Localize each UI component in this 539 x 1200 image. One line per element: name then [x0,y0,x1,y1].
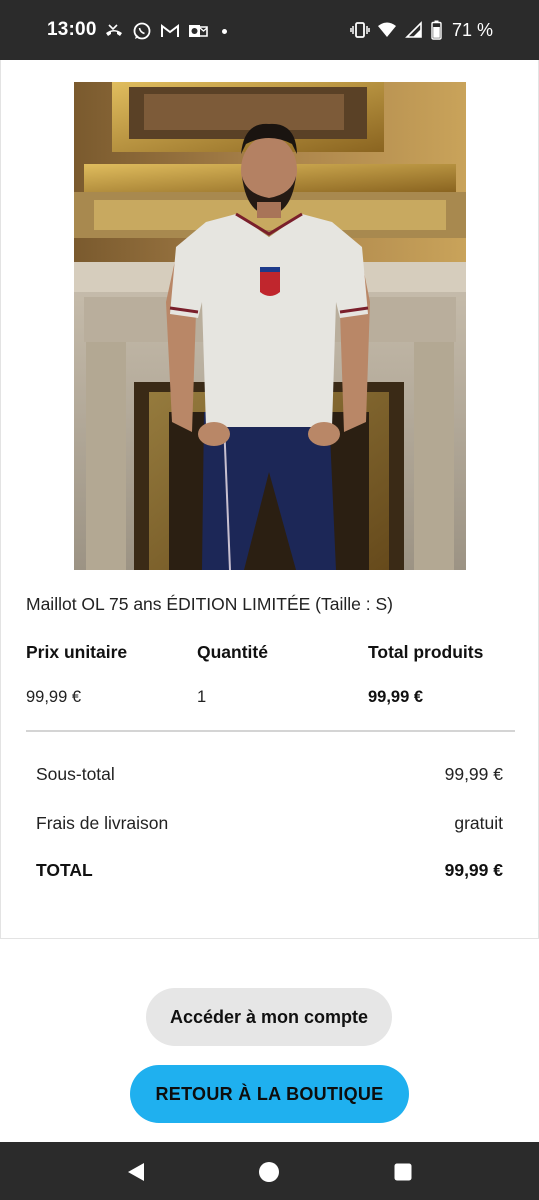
shipping-label: Frais de livraison [36,813,169,833]
cell-total-products: 99,99 € [368,688,424,706]
order-summary-card: Maillot OL 75 ans ÉDITION LIMITÉE (Taill… [0,60,539,939]
system-icons: 71 % [350,19,493,41]
battery-level: 71 % [451,19,493,40]
home-icon[interactable] [256,1159,282,1185]
status-time: 13:00 [47,19,97,40]
cell-unit-price: 99,99 € [26,688,82,706]
product-name: Maillot OL 75 ans ÉDITION LIMITÉE (Taill… [26,594,393,614]
recents-icon[interactable] [390,1159,416,1185]
outlook-icon [188,21,208,41]
missed-call-icon [104,21,124,41]
column-header-unit-price: Prix unitaire [26,642,128,662]
vibrate-icon [350,20,370,40]
gmail-icon [160,21,180,41]
signal-icon [404,20,424,40]
column-header-total-products: Total produits [368,642,484,662]
battery-icon [431,20,443,40]
subtotal-label: Sous-total [36,764,115,784]
notification-icons [104,20,227,42]
product-photo-jersey [74,82,466,570]
total-label: TOTAL [36,860,93,880]
back-icon[interactable] [123,1159,149,1185]
status-bar: 13:00 71 % [0,0,539,60]
column-header-quantity: Quantité [197,642,268,662]
whatsapp-icon [132,21,152,41]
subtotal-value: 99,99 € [444,764,503,784]
cell-quantity: 1 [197,688,207,706]
account-button[interactable]: Accéder à mon compte [146,988,392,1046]
wifi-icon [377,20,397,40]
shipping-value: gratuit [454,813,503,833]
back-to-shop-button[interactable]: RETOUR À LA BOUTIQUE [130,1065,409,1123]
divider [26,730,515,732]
total-value: 99,99 € [444,860,503,880]
navigation-bar [0,1142,539,1200]
notification-dot-icon [222,28,227,34]
